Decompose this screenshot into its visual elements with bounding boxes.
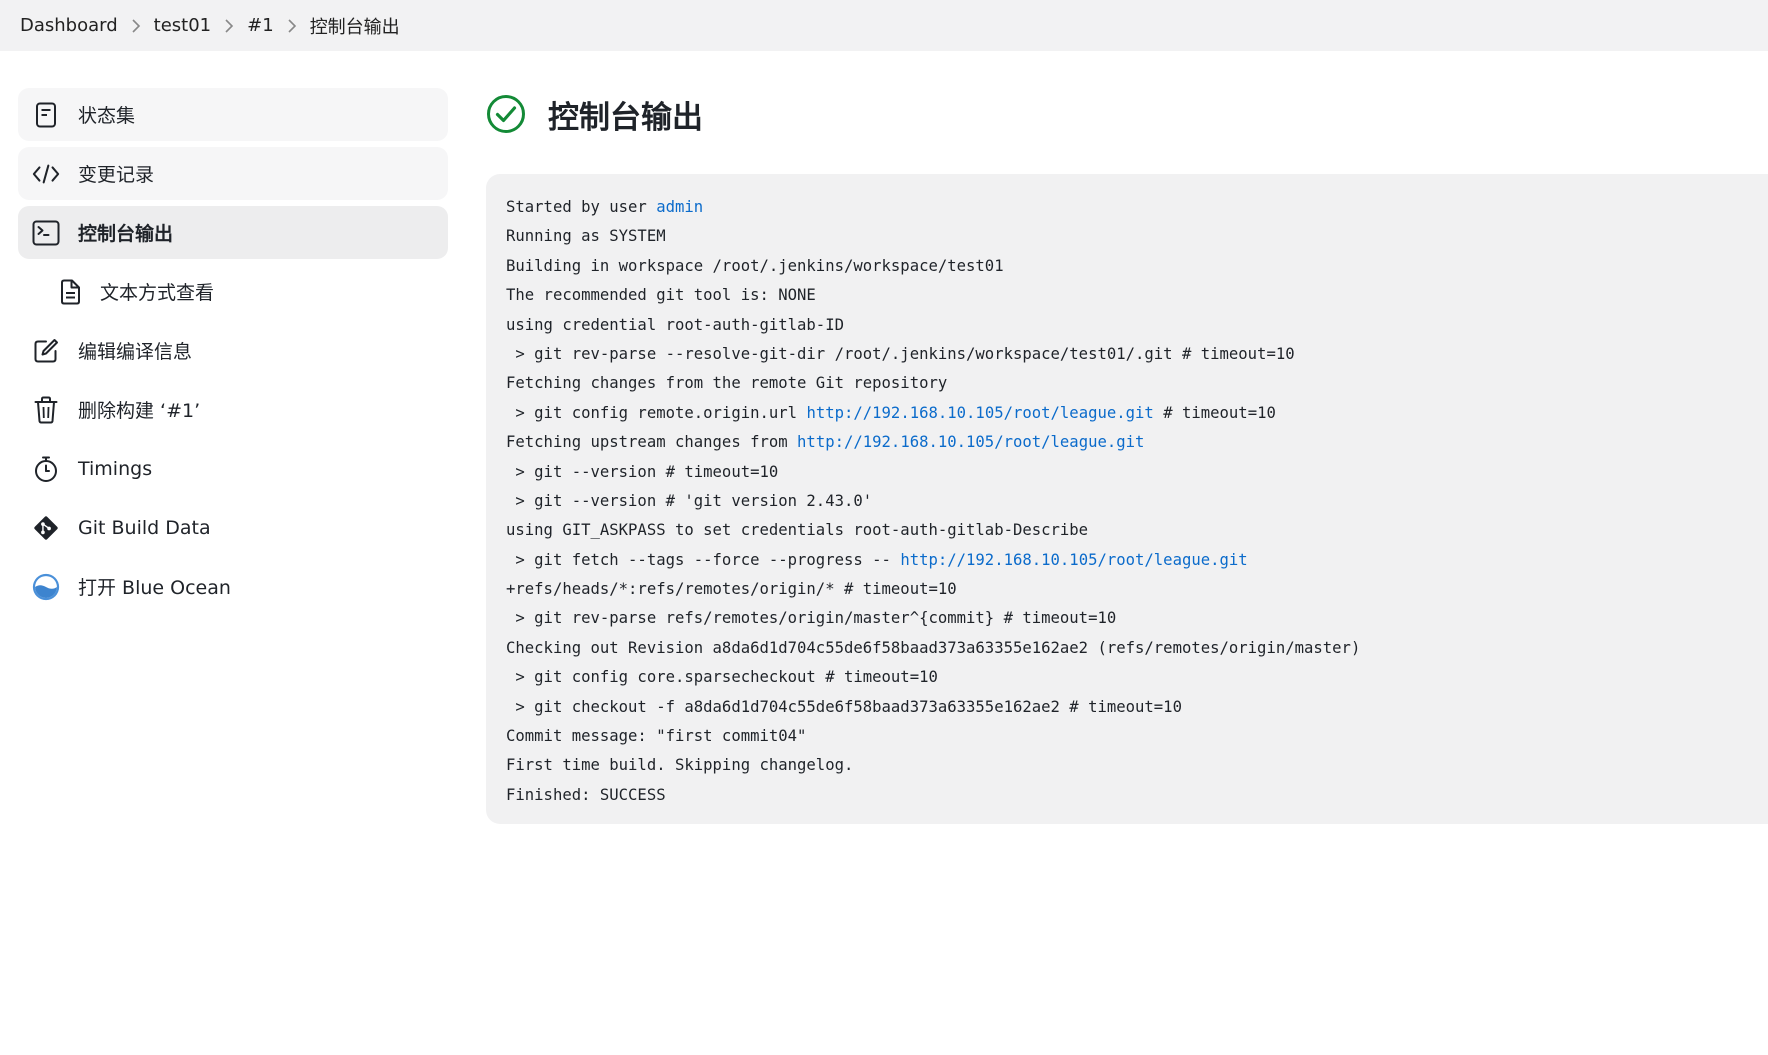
sidebar-item-label: 控制台输出 (78, 223, 174, 245)
console-line: Fetching upstream changes from http://19… (506, 428, 1768, 457)
trash-icon (32, 396, 60, 424)
file-text-icon (56, 278, 84, 306)
console-line: Running as SYSTEM (506, 222, 1768, 251)
console-line-text: using GIT_ASKPASS to set credentials roo… (506, 521, 1089, 540)
success-check-icon (487, 95, 525, 133)
console-line-text: > git rev-parse --resolve-git-dir /root/… (506, 344, 1295, 363)
console-line: > git rev-parse --resolve-git-dir /root/… (506, 340, 1768, 369)
console-line: Building in workspace /root/.jenkins/wor… (506, 252, 1768, 281)
console-line: > git --version # 'git version 2.43.0' (506, 487, 1768, 516)
sidebar: 状态集 变更记录 控制台输出 文本方式查看 编辑编译信息 删除构建 ‘#1’ T… (18, 88, 448, 619)
console-line-text: Running as SYSTEM (506, 227, 666, 246)
breadcrumb-build[interactable]: #1 (247, 15, 274, 36)
chevron-right-icon (211, 18, 247, 33)
console-line-text: > git fetch --tags --force --progress -- (506, 550, 901, 569)
sidebar-item-timings[interactable]: Timings (18, 442, 448, 495)
console-line-text: > git checkout -f a8da6d1d704c55de6f58ba… (506, 697, 1182, 716)
console-link[interactable]: http://192.168.10.105/root/league.git (806, 404, 1153, 422)
console-line: First time build. Skipping changelog. (506, 751, 1768, 780)
console-link[interactable]: admin (656, 198, 703, 216)
sidebar-item-label: 编辑编译信息 (78, 341, 193, 363)
console-line: > git config remote.origin.url http://19… (506, 399, 1768, 428)
console-line-text: > git --version # timeout=10 (506, 462, 779, 481)
sidebar-item-label: 变更记录 (78, 164, 155, 186)
git-icon (32, 514, 60, 542)
sidebar-item-label: 文本方式查看 (100, 282, 215, 304)
breadcrumb-dashboard[interactable]: Dashboard (20, 15, 118, 36)
console-line: > git checkout -f a8da6d1d704c55de6f58ba… (506, 693, 1768, 722)
sidebar-item-edit-info[interactable]: 编辑编译信息 (18, 324, 448, 377)
console-line: > git --version # timeout=10 (506, 458, 1768, 487)
sidebar-item-blue-ocean[interactable]: 打开 Blue Ocean (18, 560, 448, 613)
console-line-text: > git --version # 'git version 2.43.0' (506, 491, 873, 510)
console-line-text: > git config core.sparsecheckout # timeo… (506, 668, 938, 687)
sidebar-item-label: 打开 Blue Ocean (78, 577, 231, 599)
document-icon (32, 101, 60, 129)
console-line-text: +refs/heads/*:refs/remotes/origin/* # ti… (506, 580, 957, 599)
sidebar-item-label: 删除构建 ‘#1’ (78, 400, 201, 422)
edit-icon (32, 337, 60, 365)
console-line-text: Fetching changes from the remote Git rep… (506, 374, 948, 393)
console-line: > git config core.sparsecheckout # timeo… (506, 663, 1768, 692)
page-title: 控制台输出 (548, 99, 703, 136)
console-link[interactable]: http://192.168.10.105/root/league.git (900, 551, 1247, 569)
main-content: 控制台输出 (486, 88, 1768, 140)
chevron-right-icon (274, 18, 310, 33)
sidebar-item-changes[interactable]: 变更记录 (18, 147, 448, 200)
console-line-text: First time build. Skipping changelog. (506, 756, 854, 775)
page-header: 控制台输出 (486, 88, 1768, 140)
console-line: Checking out Revision a8da6d1d704c55de6f… (506, 634, 1768, 663)
console-line-text: using credential root-auth-gitlab-ID (506, 315, 844, 334)
console-line-text: > git config remote.origin.url (506, 403, 807, 422)
console-line-text: > git rev-parse refs/remotes/origin/mast… (506, 609, 1117, 628)
console-line: > git fetch --tags --force --progress --… (506, 546, 1768, 575)
breadcrumb: Dashboard test01 #1 控制台输出 (0, 0, 1768, 51)
sidebar-item-status[interactable]: 状态集 (18, 88, 448, 141)
sidebar-item-label: Git Build Data (78, 516, 211, 539)
sidebar-item-label: 状态集 (78, 105, 136, 127)
console-line-text: Building in workspace /root/.jenkins/wor… (506, 256, 1004, 275)
console-line-text: # timeout=10 (1153, 403, 1276, 422)
console-line-text: Started by user (506, 198, 657, 216)
code-icon (32, 160, 60, 188)
console-line-text: The recommended git tool is: NONE (506, 286, 816, 305)
console-line: Finished: SUCCESS (506, 781, 1768, 810)
console-line-text: Checking out Revision a8da6d1d704c55de6f… (506, 638, 1361, 657)
breadcrumb-current[interactable]: 控制台输出 (310, 13, 400, 39)
console-link[interactable]: http://192.168.10.105/root/league.git (797, 433, 1144, 451)
console-line: +refs/heads/*:refs/remotes/origin/* # ti… (506, 575, 1768, 604)
console-line: Started by user admin (506, 193, 1768, 222)
terminal-icon (32, 219, 60, 247)
console-line: using GIT_ASKPASS to set credentials roo… (506, 516, 1768, 545)
stopwatch-icon (32, 455, 60, 483)
console-line: The recommended git tool is: NONE (506, 281, 1768, 310)
console-line: using credential root-auth-gitlab-ID (506, 311, 1768, 340)
blue-ocean-icon (32, 573, 60, 601)
console-line: Commit message: "first commit04" (506, 722, 1768, 751)
console-line-text: Finished: SUCCESS (506, 785, 666, 804)
console-line: Fetching changes from the remote Git rep… (506, 369, 1768, 398)
sidebar-item-delete-build[interactable]: 删除构建 ‘#1’ (18, 383, 448, 436)
console-line-text: Fetching upstream changes from (506, 433, 798, 452)
sidebar-item-label: Timings (78, 457, 153, 480)
console-line: > git rev-parse refs/remotes/origin/mast… (506, 604, 1768, 633)
sidebar-item-plain-text[interactable]: 文本方式查看 (18, 265, 448, 318)
console-output: Started by user admin Running as SYSTEM Bu… (486, 174, 1768, 824)
sidebar-item-git-build-data[interactable]: Git Build Data (18, 501, 448, 554)
sidebar-item-console-output[interactable]: 控制台输出 (18, 206, 448, 259)
console-line-text: Commit message: "first commit04" (506, 727, 807, 746)
breadcrumb-job[interactable]: test01 (154, 15, 211, 36)
chevron-right-icon (118, 18, 154, 33)
